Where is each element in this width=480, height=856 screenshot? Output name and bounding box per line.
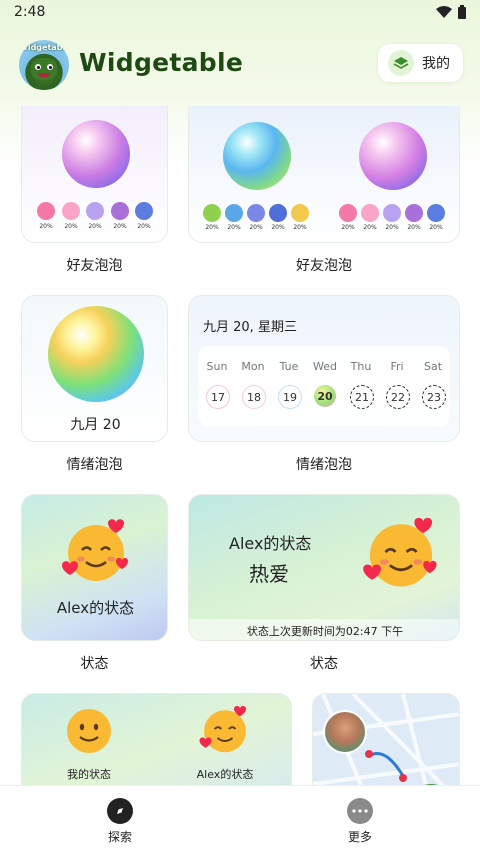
nav-more[interactable]: 更多	[330, 798, 390, 845]
smiling-face-with-hearts-icon	[62, 519, 128, 581]
calendar-date[interactable]: 23	[422, 385, 446, 409]
percent-label: 20%	[363, 224, 377, 231]
nav-explore-label: 探索	[107, 830, 132, 844]
calendar-day-label: Sat	[423, 360, 443, 373]
percent-label: 20%	[407, 224, 421, 231]
app-header: Widgetable Widgetable 我的	[0, 38, 480, 90]
status-mood-text: 热爱	[249, 562, 289, 586]
emoji-icon	[339, 204, 357, 222]
calendar-date[interactable]: 19	[278, 385, 302, 409]
calendar-day-label: Fri	[390, 360, 404, 373]
calendar-date[interactable]: 18	[242, 385, 266, 409]
emoji-icon	[269, 204, 287, 222]
battery-icon	[458, 5, 466, 19]
status-bar: 2:48	[0, 0, 480, 26]
widget-caption: 状态	[80, 656, 109, 672]
calendar-day-label: Wed	[313, 360, 337, 373]
percent-label: 20%	[88, 223, 102, 230]
calendar-date[interactable]: 17	[206, 385, 230, 409]
widget-caption: 好友泡泡	[66, 258, 123, 274]
friend-bubble-widget-wide[interactable]: 20% 20% 20% 20% 20% 20% 20% 20% 20% 20%	[188, 106, 460, 243]
nav-explore[interactable]: 探索	[90, 798, 150, 845]
app-title: Widgetable	[79, 48, 244, 77]
emoji-icon	[62, 202, 80, 220]
mood-bubble-widget-small[interactable]: 九月 20	[21, 295, 168, 442]
friend-bubble-widget-small[interactable]: 20% 20% 20% 20% 20%	[21, 106, 168, 243]
avatar	[323, 710, 367, 754]
nav-more-label: 更多	[347, 830, 372, 844]
widget-caption: 状态	[310, 656, 338, 672]
percent-label: 20%	[39, 223, 53, 230]
percent-label: 20%	[429, 224, 443, 231]
bottom-navigation: 探索 更多	[0, 785, 480, 856]
alex-status-label: Alex的状态	[196, 768, 254, 781]
emoji-icon	[291, 204, 309, 222]
mood-bubble-icon	[48, 306, 144, 402]
mood-date: 九月 20	[70, 417, 121, 433]
emoji-icon	[225, 204, 243, 222]
logo-text: Widgetable	[19, 43, 69, 52]
emoji-icon	[405, 204, 423, 222]
smiling-face-with-hearts-icon	[363, 517, 437, 587]
friend-bubble-icon	[223, 122, 291, 190]
percent-label: 20%	[385, 224, 399, 231]
compass-icon	[107, 798, 133, 824]
calendar-day-label: Sun	[206, 360, 228, 373]
calendar-day-label: Thu	[350, 360, 372, 373]
friend-bubble-icon	[62, 120, 130, 188]
status-widget-wide[interactable]: Alex的状态 热爱 状态上次更新时间为02:47 下午	[188, 494, 460, 641]
layers-icon	[388, 50, 414, 76]
percent-label: 20%	[205, 224, 219, 231]
percent-label: 20%	[293, 224, 307, 231]
status-owner-name: Alex的状态	[229, 534, 312, 553]
calendar-day-label: Mon	[241, 360, 265, 373]
percent-label: 20%	[249, 224, 263, 231]
mood-calendar-widget[interactable]: 九月 20, 星期三 Sun Mon Tue Wed Thu Fri Sat 1…	[188, 295, 460, 442]
status-icons	[436, 5, 466, 19]
percent-label: 20%	[227, 224, 241, 231]
percent-label: 20%	[271, 224, 285, 231]
widget-caption: 好友泡泡	[296, 258, 352, 274]
widget-caption: 情绪泡泡	[66, 457, 123, 473]
more-icon	[347, 798, 373, 824]
percent-label: 20%	[137, 223, 151, 230]
app-logo: Widgetable	[19, 40, 69, 90]
emoji-icon	[86, 202, 104, 220]
emoji-icon	[427, 204, 445, 222]
percent-label: 20%	[113, 223, 127, 230]
percent-label: 20%	[341, 224, 355, 231]
status-time: 2:48	[14, 4, 46, 20]
emoji-icon	[111, 202, 129, 220]
my-status-label: 我的状态	[67, 768, 111, 781]
status-updated-text: 状态上次更新时间为02:47 下午	[246, 625, 404, 638]
widget-caption: 情绪泡泡	[296, 457, 352, 473]
wifi-icon	[436, 5, 452, 18]
percent-label: 20%	[64, 223, 78, 230]
mine-label: 我的	[422, 56, 450, 72]
calendar-date-today[interactable]: 20	[314, 385, 336, 407]
smiling-face-with-hearts-icon	[199, 705, 246, 753]
friend-bubble-icon	[359, 122, 427, 190]
calendar-day-label: Tue	[279, 360, 299, 373]
slightly-smiling-face-icon	[67, 709, 111, 753]
emoji-icon	[135, 202, 153, 220]
emoji-icon	[361, 204, 379, 222]
mine-button[interactable]: 我的	[378, 44, 463, 82]
calendar-date-title: 九月 20, 星期三	[203, 320, 297, 335]
status-widget-small[interactable]: Alex的状态	[21, 494, 168, 641]
emoji-icon	[383, 204, 401, 222]
calendar-date[interactable]: 22	[386, 385, 410, 409]
emoji-icon	[203, 204, 221, 222]
calendar-date[interactable]: 21	[350, 385, 374, 409]
emoji-icon	[247, 204, 265, 222]
status-owner-name: Alex的状态	[56, 599, 135, 617]
emoji-icon	[37, 202, 55, 220]
